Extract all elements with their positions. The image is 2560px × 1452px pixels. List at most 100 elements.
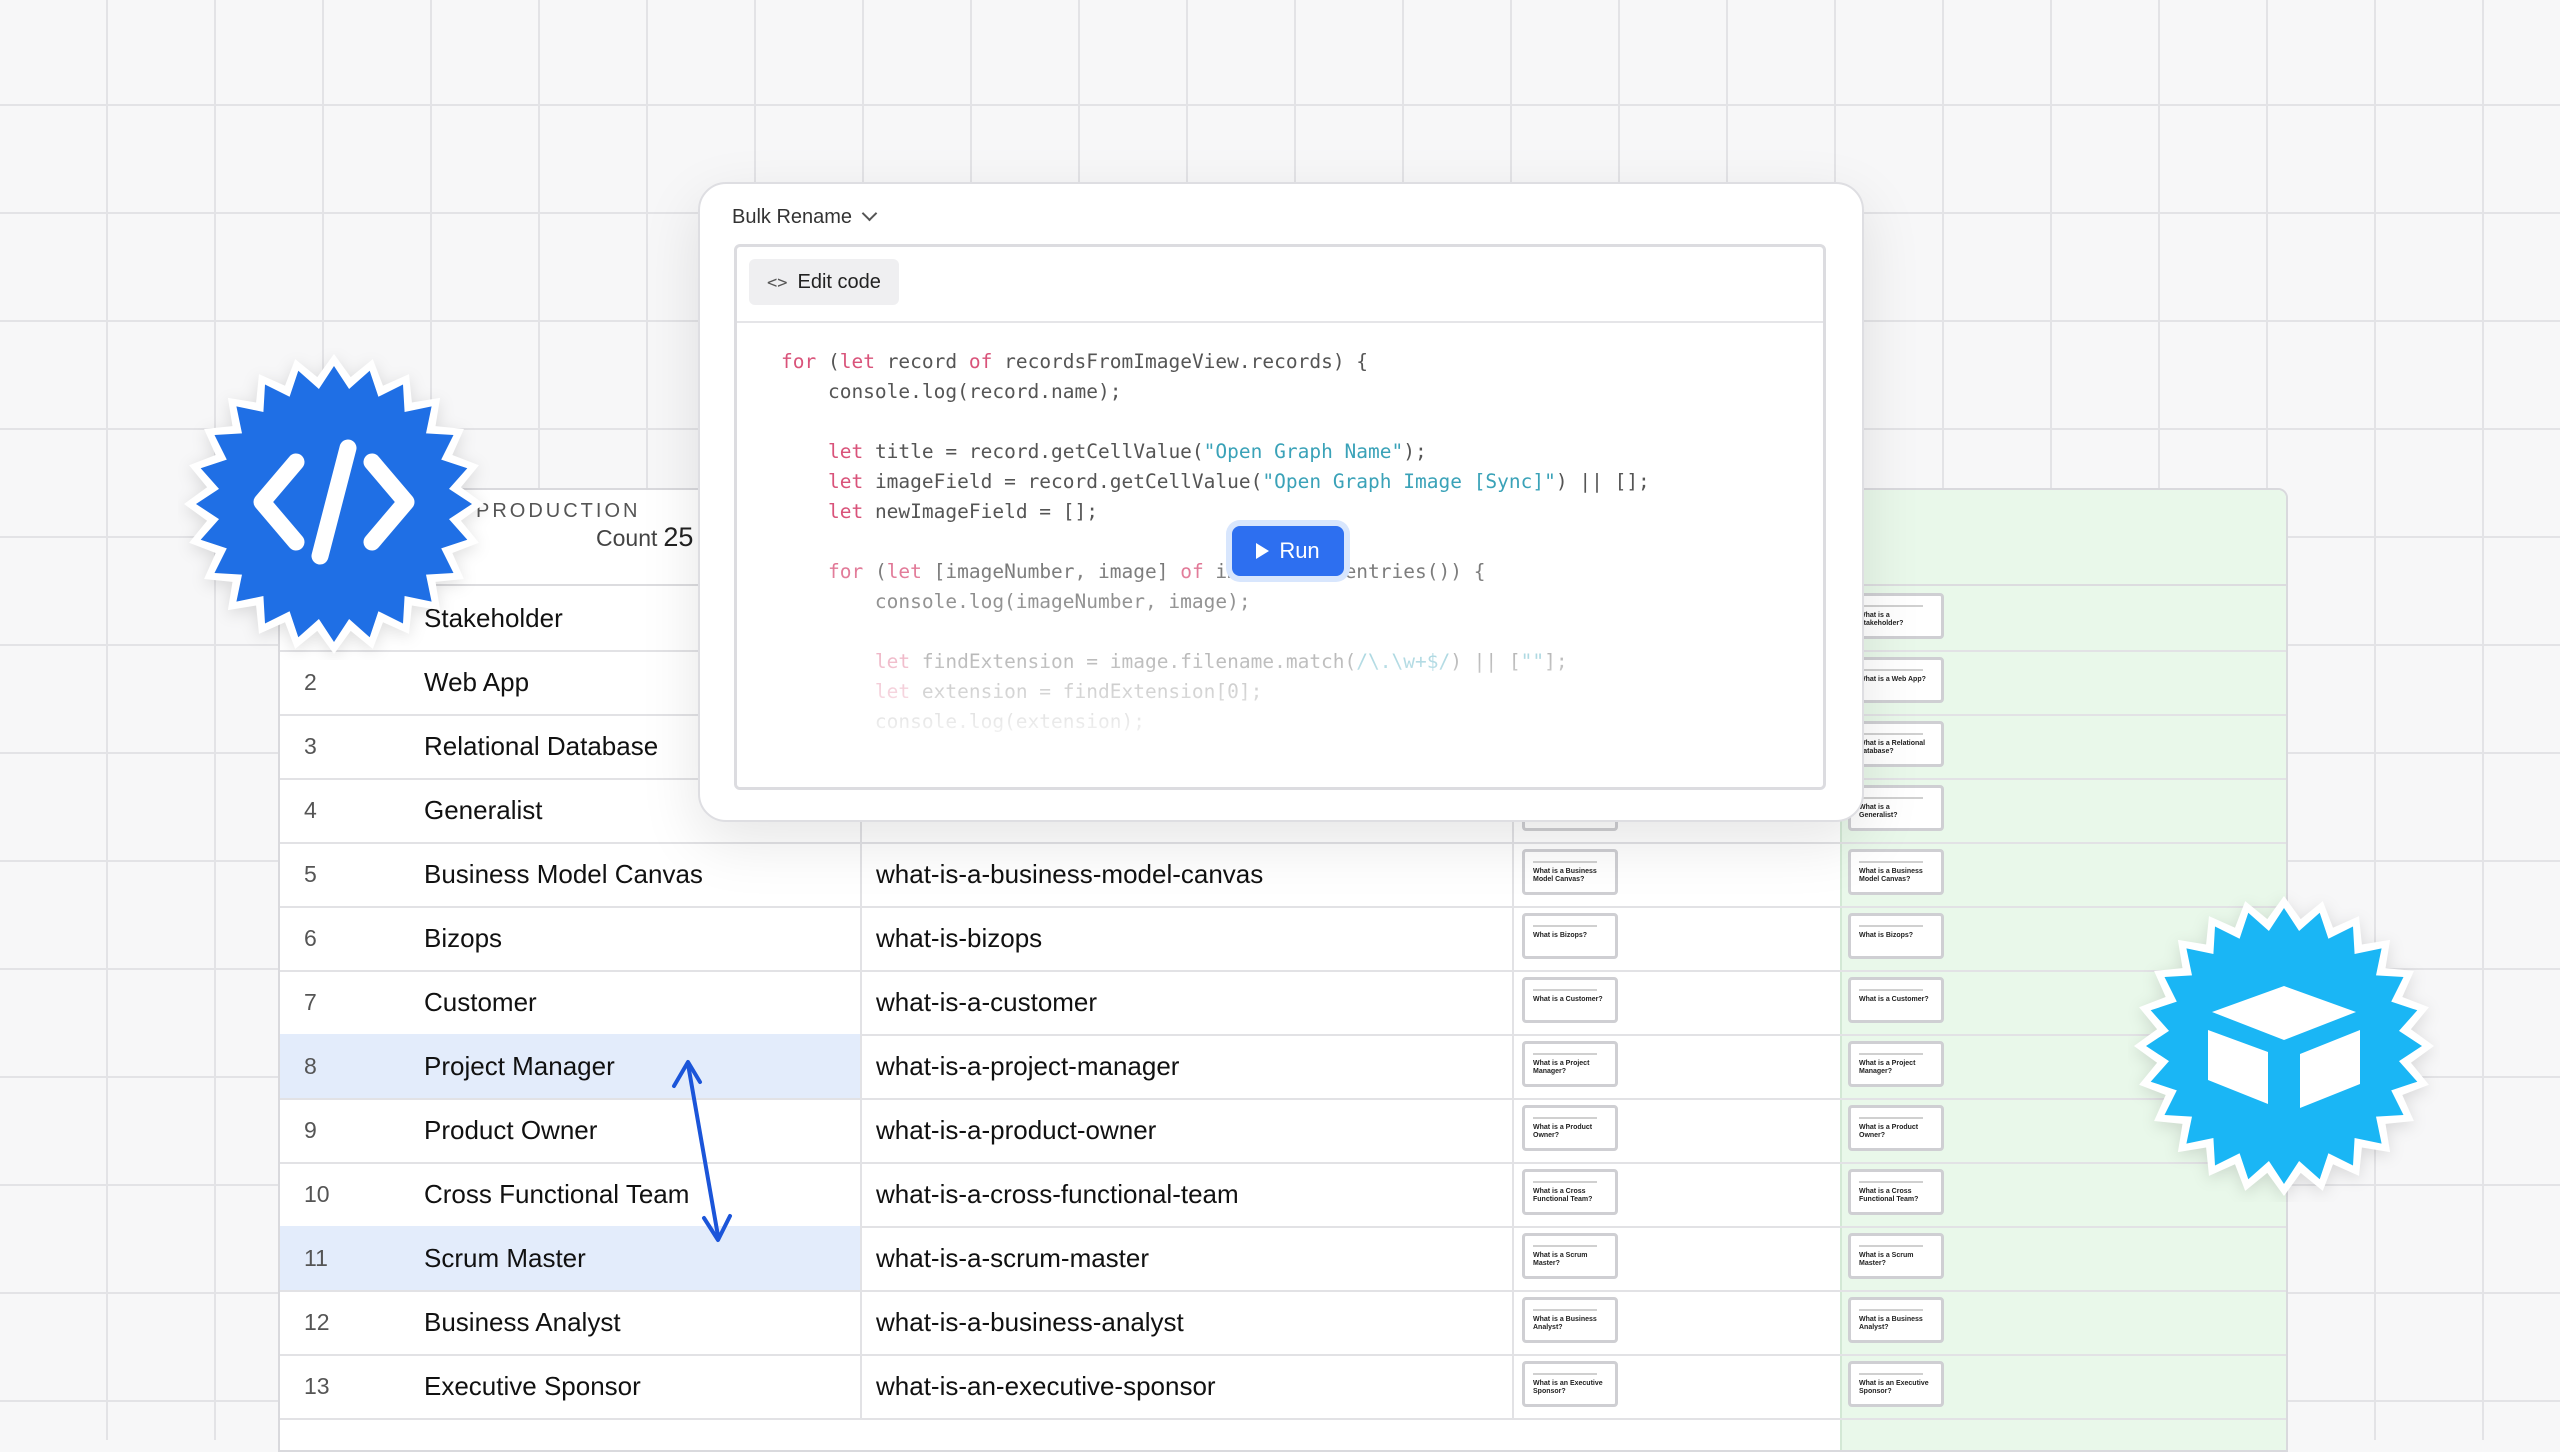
code-line: console.log(record.name); bbox=[781, 377, 1650, 407]
thumbnail-title: What is an Executive Sponsor? bbox=[1533, 1380, 1603, 1395]
image-cell[interactable]: What is a Customer? bbox=[1514, 970, 1840, 1034]
synced-image-cell[interactable]: What is a Stakeholder? bbox=[1840, 586, 2286, 650]
image-cell[interactable]: What is a Cross Functional Team? bbox=[1514, 1162, 1840, 1226]
og-image-thumbnail[interactable]: What is a Business Analyst? bbox=[1522, 1297, 1618, 1343]
slug-cell[interactable]: what-is-a-business-model-canvas bbox=[862, 842, 1514, 906]
image-cell[interactable]: What is an Executive Sponsor? bbox=[1514, 1354, 1840, 1418]
thumbnail-title: What is a Customer? bbox=[1533, 996, 1603, 1003]
code-line: let imageField = record.getCellValue("Op… bbox=[781, 467, 1650, 497]
edit-code-button[interactable]: <> Edit code bbox=[749, 259, 899, 305]
og-image-thumbnail[interactable]: What is a Scrum Master? bbox=[1522, 1233, 1618, 1279]
og-image-thumbnail[interactable]: What is a Cross Functional Team? bbox=[1522, 1169, 1618, 1215]
table-row[interactable]: 6 Bizops what-is-bizops What is Bizops? What… bbox=[280, 906, 2286, 972]
name-cell[interactable]: Scrum Master bbox=[400, 1226, 862, 1290]
og-image-thumbnail[interactable]: What is a Business Model Canvas? bbox=[1522, 849, 1618, 895]
synced-image-cell[interactable]: What is a Relational database? bbox=[1840, 714, 2286, 778]
slug-cell[interactable]: what-is-a-business-analyst bbox=[862, 1290, 1514, 1354]
row-number: 10 bbox=[304, 1181, 330, 1207]
row-number: 3 bbox=[304, 733, 317, 759]
table-row[interactable]: 12 Business Analyst what-is-a-business-ana… bbox=[280, 1290, 2286, 1356]
synced-image-cell[interactable]: What is a Generalist? bbox=[1840, 778, 2286, 842]
row-number: 7 bbox=[304, 989, 317, 1015]
og-image-thumbnail[interactable]: What is a Business Analyst? bbox=[1848, 1297, 1944, 1343]
code-token: ); bbox=[1403, 440, 1427, 463]
name-cell[interactable]: Customer bbox=[400, 970, 862, 1034]
image-cell[interactable]: What is a Scrum Master? bbox=[1514, 1226, 1840, 1290]
og-image-thumbnail[interactable]: What is a Project Manager? bbox=[1522, 1041, 1618, 1087]
run-button[interactable]: Run bbox=[1232, 526, 1344, 576]
code-editor[interactable]: <> Edit code for (let record of recordsFr… bbox=[734, 244, 1826, 790]
og-image-thumbnail[interactable]: What is a Cross Functional Team? bbox=[1848, 1169, 1944, 1215]
record-count: Count 25 bbox=[596, 522, 694, 552]
image-cell[interactable]: What is a Business Analyst? bbox=[1514, 1290, 1840, 1354]
table-row[interactable]: 8 Project Manager what-is-a-project-manage… bbox=[280, 1034, 2286, 1100]
synced-image-cell[interactable]: What is a Business Analyst? bbox=[1840, 1290, 2286, 1354]
image-cell[interactable]: What is a Project Manager? bbox=[1514, 1034, 1840, 1098]
slug-cell[interactable]: what-is-a-customer bbox=[862, 970, 1514, 1034]
thumbnail-title: What is a Business Analyst? bbox=[1533, 1316, 1597, 1331]
thumbnail-title: What is a Stakeholder? bbox=[1859, 612, 1904, 627]
og-image-thumbnail[interactable]: What is a Scrum Master? bbox=[1848, 1233, 1944, 1279]
table-row[interactable]: 13 Executive Sponsor what-is-an-executive-… bbox=[280, 1354, 2286, 1420]
slug-cell[interactable]: what-is-bizops bbox=[862, 906, 1514, 970]
og-image-thumbnail[interactable]: What is a Product Owner? bbox=[1848, 1105, 1944, 1151]
table-row[interactable]: 10 Cross Functional Team what-is-a-cross-f… bbox=[280, 1162, 2286, 1228]
row-number: 5 bbox=[304, 861, 317, 887]
slug-cell[interactable]: what-is-a-product-owner bbox=[862, 1098, 1514, 1162]
og-image-thumbnail[interactable]: What is a Product Owner? bbox=[1522, 1105, 1618, 1151]
slug-cell[interactable]: what-is-a-cross-functional-team bbox=[862, 1162, 1514, 1226]
name-cell[interactable]: Executive Sponsor bbox=[400, 1354, 862, 1418]
row-number: 9 bbox=[304, 1117, 317, 1143]
code-token: let bbox=[827, 470, 864, 493]
og-image-thumbnail[interactable]: What is an Executive Sponsor? bbox=[1522, 1361, 1618, 1407]
thumbnail-title: What is a Customer? bbox=[1859, 996, 1929, 1003]
thumbnail-title: What is a Business Model Canvas? bbox=[1533, 868, 1597, 883]
slug-cell[interactable]: what-is-a-scrum-master bbox=[862, 1226, 1514, 1290]
chevron-down-icon bbox=[861, 205, 878, 222]
thumbnail-title: What is a Cross Functional Team? bbox=[1533, 1188, 1593, 1203]
table-row[interactable]: 9 Product Owner what-is-a-product-owner Wha… bbox=[280, 1098, 2286, 1164]
og-image-thumbnail[interactable]: What is a Customer? bbox=[1522, 977, 1618, 1023]
thumbnail-title: What is a Project Manager? bbox=[1533, 1060, 1590, 1075]
name-cell[interactable]: Bizops bbox=[400, 906, 862, 970]
row-number: 6 bbox=[304, 925, 317, 951]
image-cell[interactable]: What is Bizops? bbox=[1514, 906, 1840, 970]
thumbnail-title: What is an Executive Sponsor? bbox=[1859, 1380, 1929, 1395]
synced-image-cell[interactable]: What is a Web App? bbox=[1840, 650, 2286, 714]
code-token: ) || []; bbox=[1555, 470, 1650, 493]
og-image-thumbnail[interactable]: What is a Business Model Canvas? bbox=[1848, 849, 1944, 895]
og-image-thumbnail[interactable]: What is Bizops? bbox=[1522, 913, 1618, 959]
table-row[interactable]: 7 Customer what-is-a-customer What is a Cus… bbox=[280, 970, 2286, 1036]
og-image-thumbnail[interactable]: What is a Project Manager? bbox=[1848, 1041, 1944, 1087]
name-cell[interactable]: Business Analyst bbox=[400, 1290, 862, 1354]
og-image-thumbnail[interactable]: What is an Executive Sponsor? bbox=[1848, 1361, 1944, 1407]
editor-toolbar: <> Edit code bbox=[737, 247, 1823, 323]
slug-cell[interactable]: what-is-a-project-manager bbox=[862, 1034, 1514, 1098]
code-token: recordsFromImageView.records) { bbox=[992, 350, 1369, 373]
name-cell[interactable]: Project Manager bbox=[400, 1034, 862, 1098]
og-image-thumbnail[interactable]: What is Bizops? bbox=[1848, 913, 1944, 959]
code-token: of bbox=[968, 350, 993, 373]
name-cell[interactable]: Cross Functional Team bbox=[400, 1162, 862, 1226]
table-row[interactable]: 11 Scrum Master what-is-a-scrum-master What… bbox=[280, 1226, 2286, 1292]
name-cell[interactable]: Product Owner bbox=[400, 1098, 862, 1162]
script-selector[interactable]: Bulk Rename bbox=[732, 205, 878, 229]
code-brackets-icon: <> bbox=[767, 273, 788, 293]
synced-image-cell[interactable]: What is a Scrum Master? bbox=[1840, 1226, 2286, 1290]
code-token: let bbox=[827, 440, 864, 463]
slug-cell[interactable]: what-is-an-executive-sponsor bbox=[862, 1354, 1514, 1418]
name-cell[interactable]: Business Model Canvas bbox=[400, 842, 862, 906]
synced-image-cell[interactable]: What is an Executive Sponsor? bbox=[1840, 1354, 2286, 1418]
row-number: 8 bbox=[280, 1034, 400, 1098]
thumbnail-title: What is a Cross Functional Team? bbox=[1859, 1188, 1919, 1203]
table-row[interactable]: 5 Business Model Canvas what-is-a-business… bbox=[280, 842, 2286, 908]
og-image-thumbnail[interactable]: What is a Customer? bbox=[1848, 977, 1944, 1023]
image-cell[interactable]: What is a Product Owner? bbox=[1514, 1098, 1840, 1162]
image-cell[interactable]: What is a Business Model Canvas? bbox=[1514, 842, 1840, 906]
group-label: PRODUCTION bbox=[476, 500, 641, 522]
thumbnail-title: What is a Product Owner? bbox=[1859, 1124, 1919, 1139]
row-number: 13 bbox=[304, 1373, 330, 1399]
thumbnail-title: What is a Web App? bbox=[1859, 676, 1926, 683]
airtable-badge bbox=[2134, 896, 2434, 1196]
